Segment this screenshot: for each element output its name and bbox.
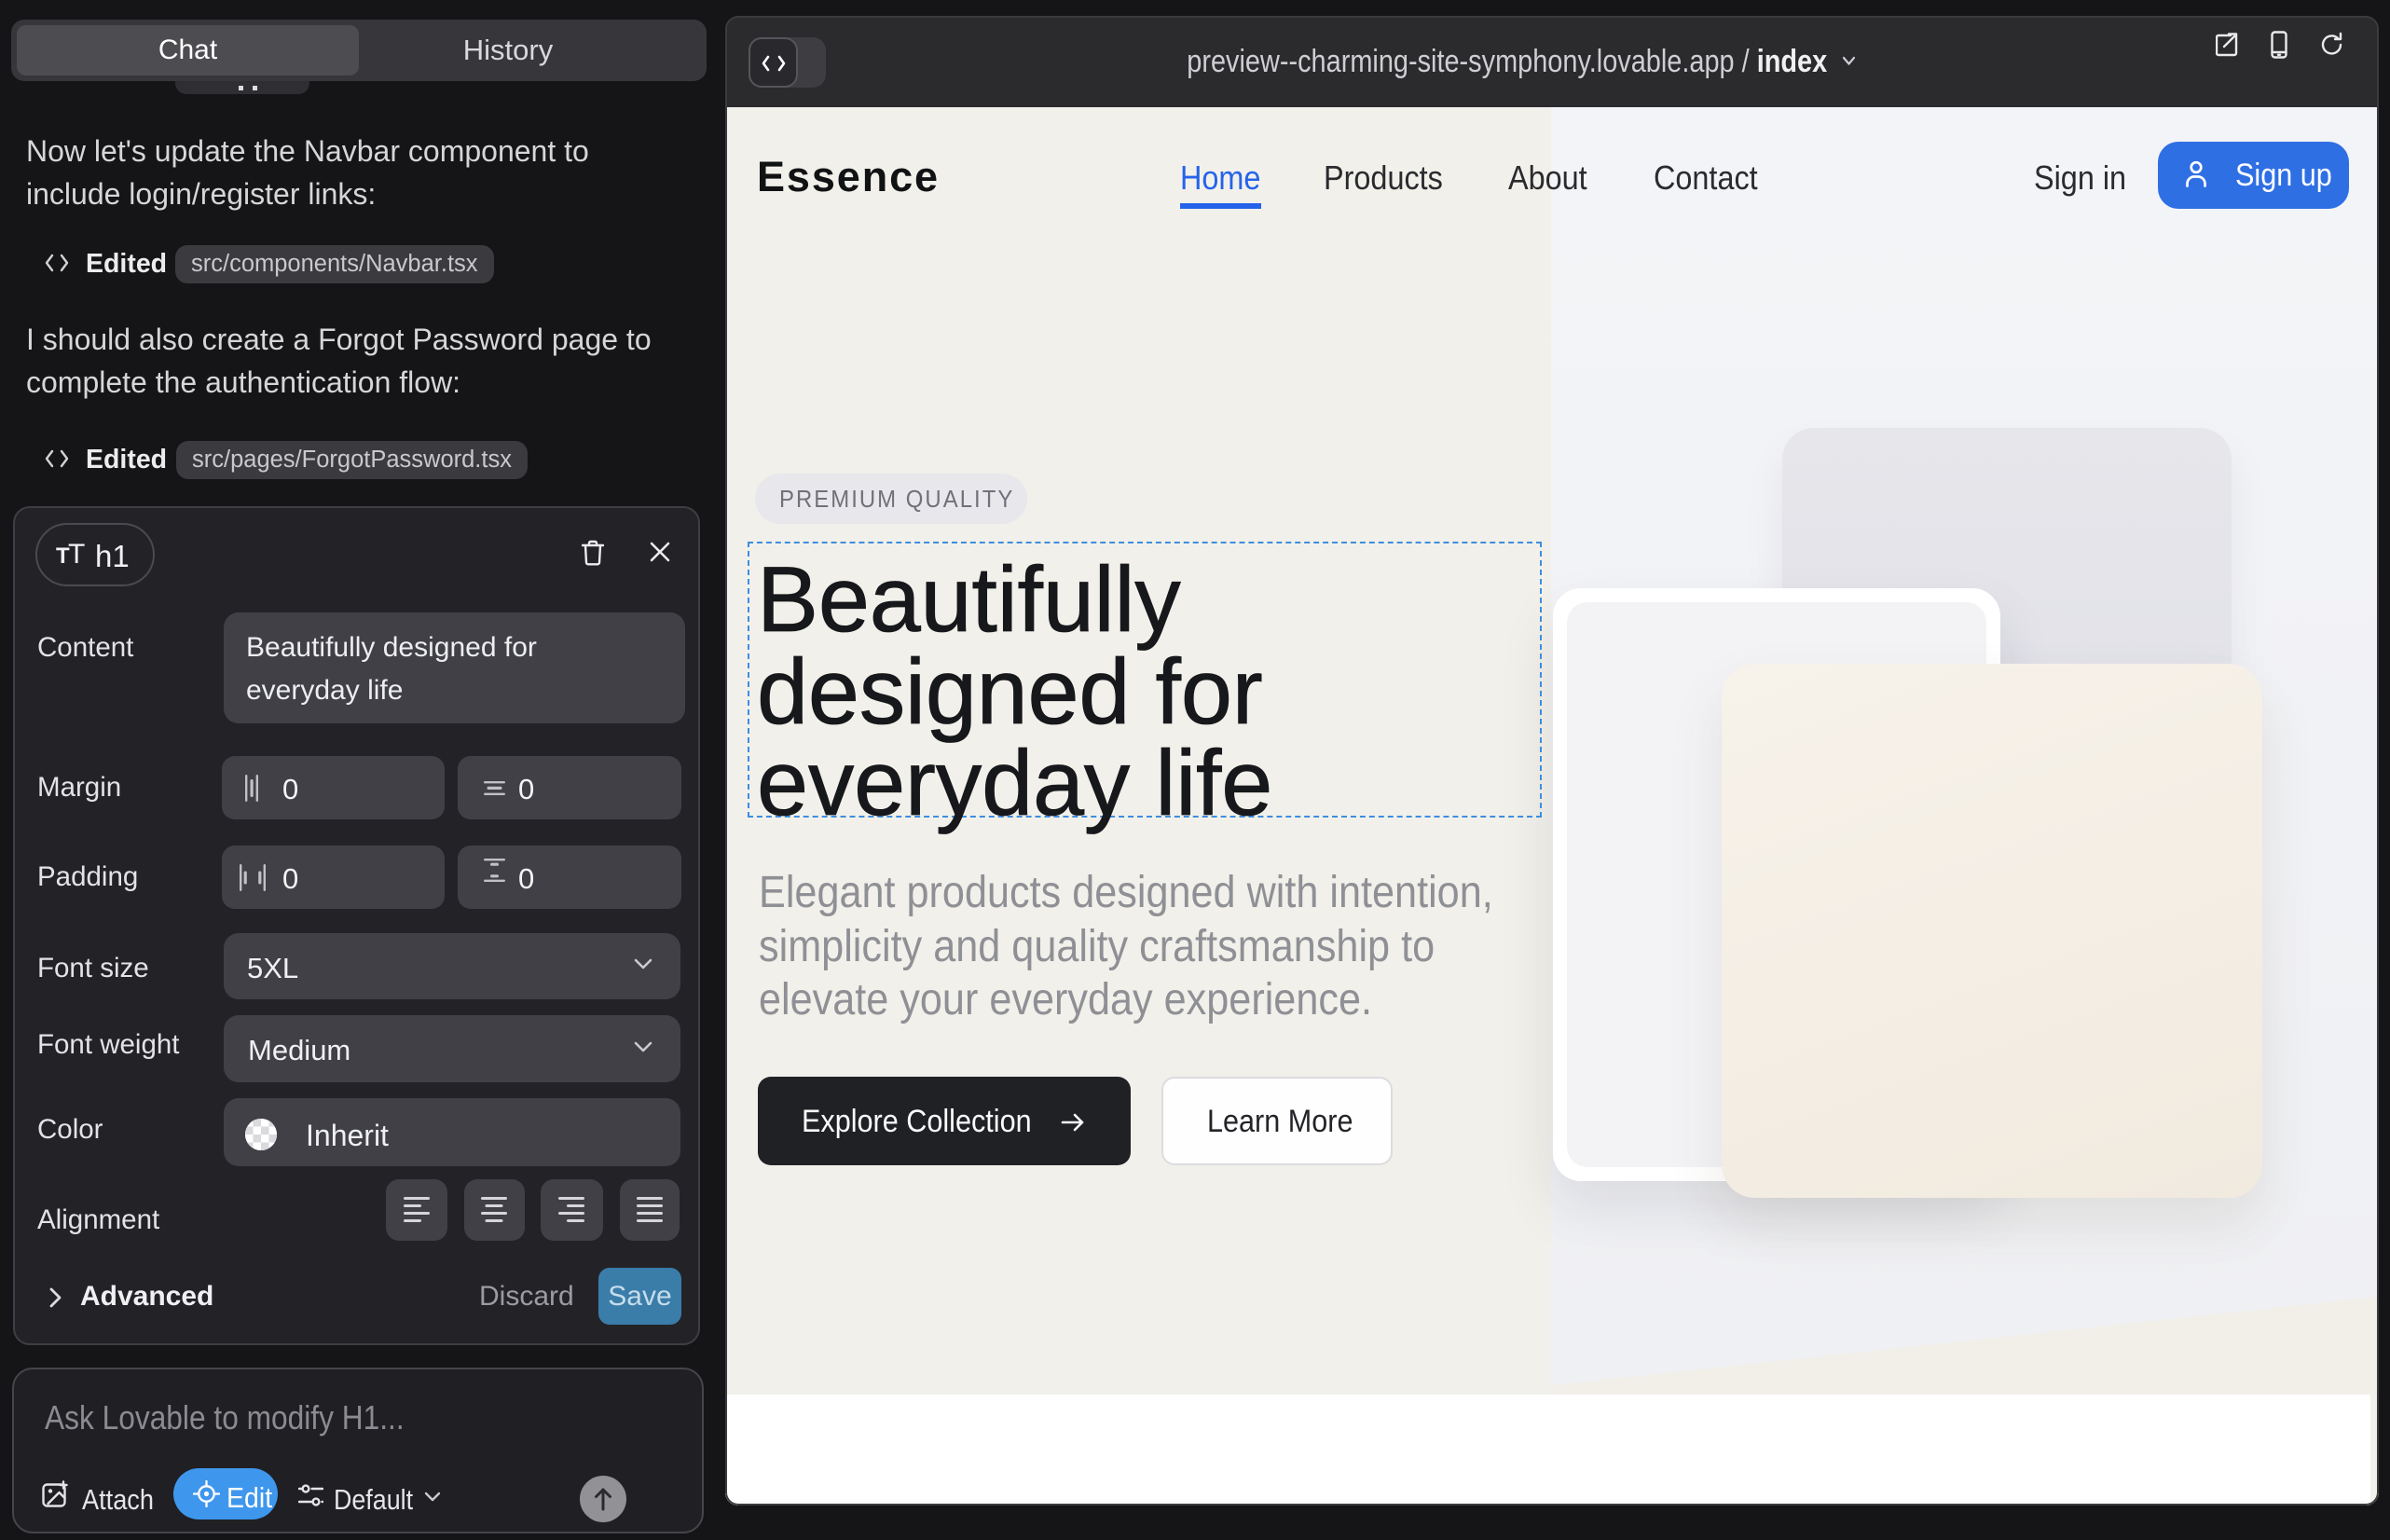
svg-text:T: T (68, 539, 85, 570)
